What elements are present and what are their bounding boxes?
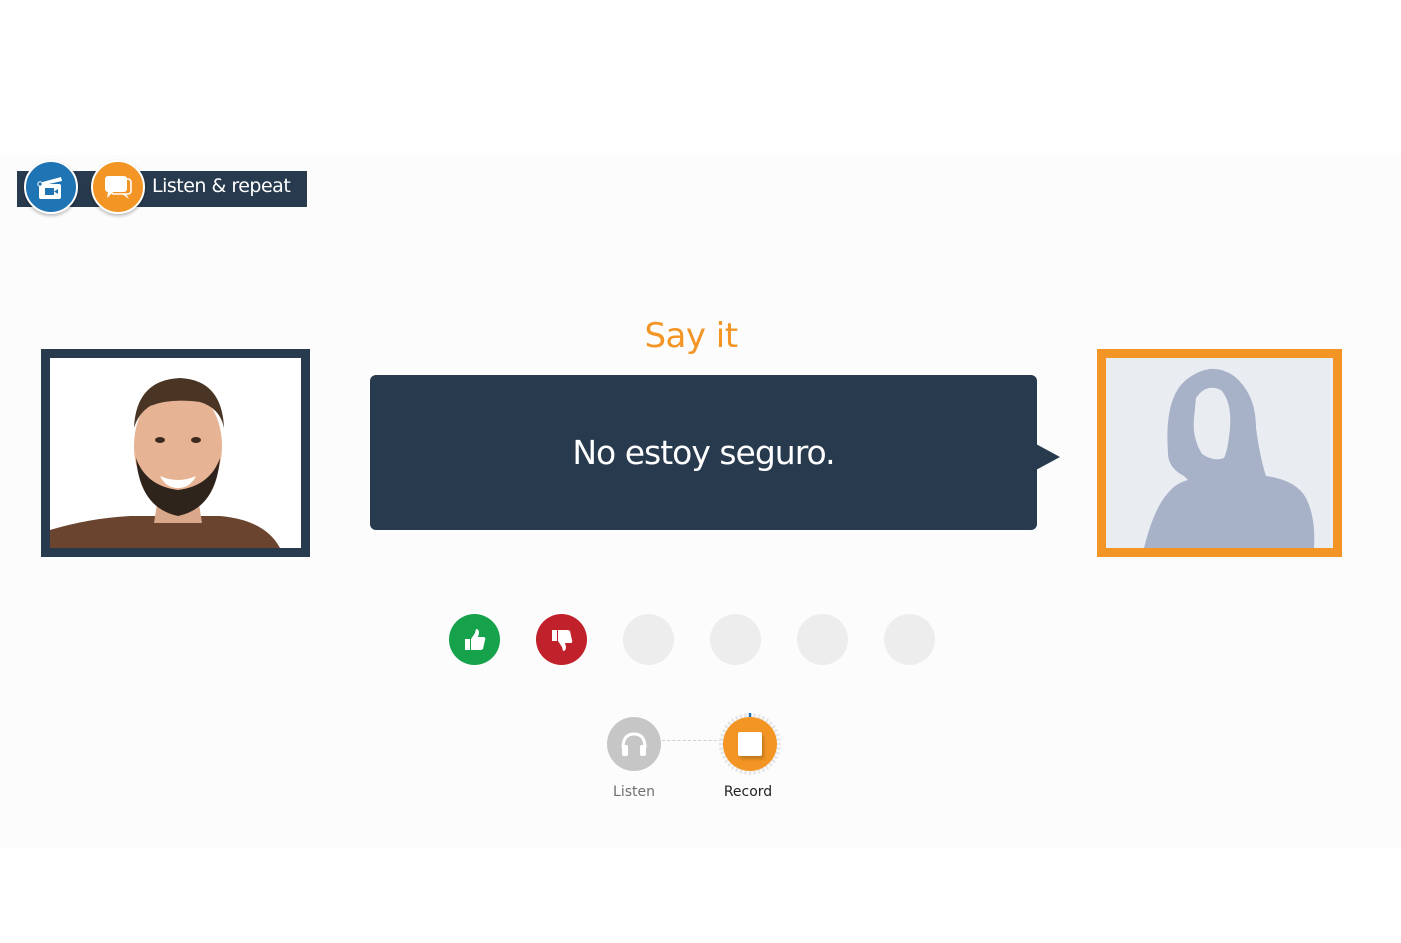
progress-tick-empty bbox=[773, 728, 779, 733]
progress-tick-empty bbox=[775, 733, 780, 737]
thumbs-up-icon bbox=[464, 628, 485, 650]
progress-tick-empty bbox=[761, 767, 766, 773]
phrase-text: No estoy seguro. bbox=[572, 433, 835, 472]
instruction-label: Say it bbox=[644, 316, 738, 356]
video-clapper-icon[interactable] bbox=[24, 160, 78, 214]
progress-tick-empty bbox=[730, 765, 736, 770]
phrase-speech-bubble: No estoy seguro. bbox=[370, 375, 1037, 530]
headphones-icon bbox=[621, 732, 647, 756]
progress-tick-empty bbox=[739, 769, 743, 774]
progress-tick-empty bbox=[768, 762, 773, 767]
female-silhouette-icon bbox=[1106, 358, 1333, 548]
empty-rating-slot bbox=[797, 614, 848, 665]
chat-bubbles-icon[interactable] bbox=[91, 160, 145, 214]
thumbs-down-icon bbox=[551, 629, 572, 651]
progress-tick-empty bbox=[764, 765, 770, 770]
empty-rating-slot bbox=[623, 614, 674, 665]
record-stop-button[interactable] bbox=[723, 717, 777, 771]
controls-connector-line bbox=[662, 740, 722, 741]
progress-tick-empty bbox=[752, 770, 757, 775]
speaker-photo-left bbox=[41, 349, 310, 557]
progress-tick-empty bbox=[757, 769, 761, 774]
thumbs-down-button[interactable] bbox=[536, 614, 587, 665]
stop-icon bbox=[738, 732, 762, 756]
empty-rating-slot bbox=[710, 614, 761, 665]
progress-tick-empty bbox=[771, 758, 776, 764]
progress-tick-empty bbox=[743, 770, 748, 775]
speech-bubble-pointer bbox=[1036, 444, 1060, 470]
learner-avatar-placeholder bbox=[1097, 349, 1342, 557]
thumbs-up-button[interactable] bbox=[449, 614, 500, 665]
progress-tick-empty bbox=[776, 746, 781, 751]
progress-tick-empty bbox=[771, 724, 776, 730]
progress-tick-empty bbox=[775, 751, 780, 755]
empty-rating-slot bbox=[884, 614, 935, 665]
male-speaker-image bbox=[50, 358, 301, 548]
progress-tick-empty bbox=[734, 767, 739, 773]
listen-button[interactable] bbox=[607, 717, 661, 771]
progress-tick-empty bbox=[773, 755, 779, 760]
record-label: Record bbox=[723, 784, 773, 800]
listen-label: Listen bbox=[613, 784, 655, 800]
progress-tick-empty bbox=[776, 737, 781, 742]
activity-title: Listen & repeat bbox=[152, 175, 291, 197]
